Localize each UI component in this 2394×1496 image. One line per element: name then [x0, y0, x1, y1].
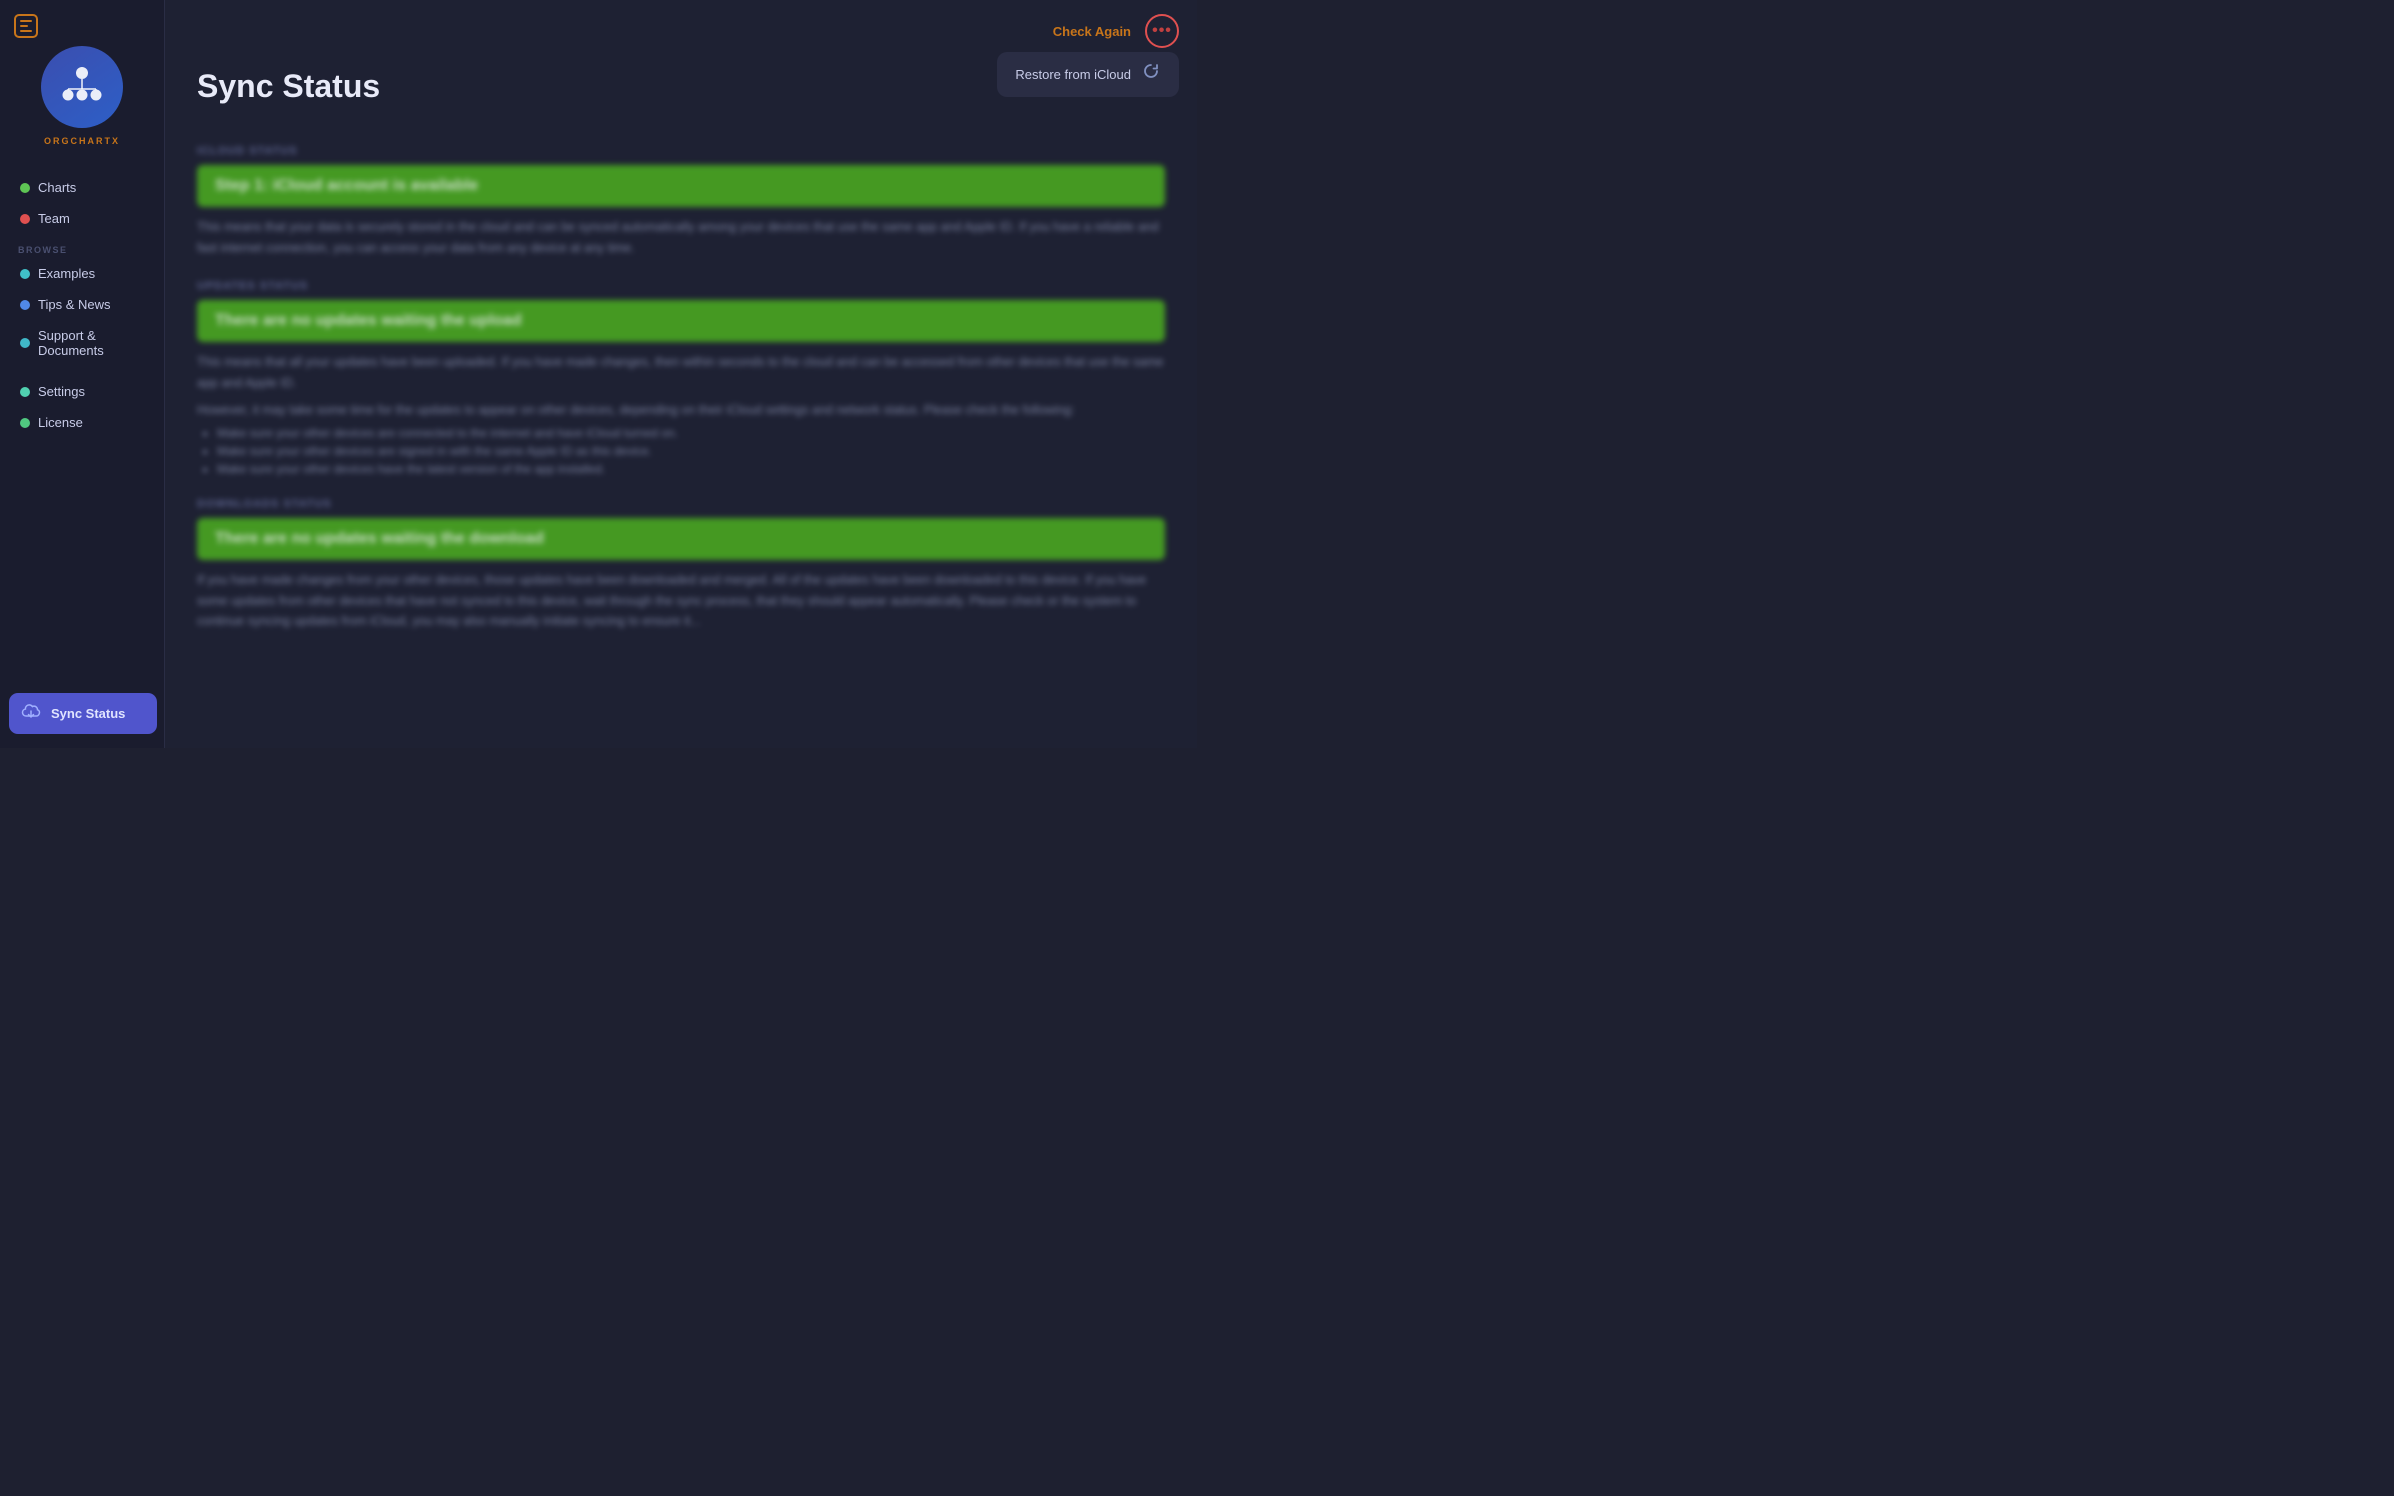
- support-dot: [20, 338, 30, 348]
- banner-downloads-text: There are no updates waiting the downloa…: [215, 530, 544, 547]
- banner-uploads: There are no updates waiting the upload: [197, 300, 1165, 342]
- sidebar-toggle-button[interactable]: [14, 14, 38, 38]
- examples-dot: [20, 269, 30, 279]
- more-options-button[interactable]: •••: [1145, 14, 1179, 48]
- sidebar: ORGCHARTX Charts Team BROWSE Examples Ti…: [0, 0, 165, 748]
- banner-icloud-text: Step 1: iCloud account is available: [215, 177, 478, 194]
- restore-bar[interactable]: Restore from iCloud: [997, 52, 1179, 97]
- sidebar-item-support[interactable]: Support & Documents: [8, 321, 156, 365]
- section-label-1: ICLOUD STATUS: [197, 145, 1165, 157]
- restore-icon: [1141, 62, 1161, 87]
- section-body-1: This means that your data is securely st…: [197, 217, 1165, 258]
- section-body-3: If you have made changes from your other…: [197, 570, 1165, 632]
- banner-downloads: There are no updates waiting the downloa…: [197, 518, 1165, 560]
- cloud-icon: [21, 703, 41, 724]
- sidebar-item-team[interactable]: Team: [8, 204, 156, 233]
- toggle-bar-2: [20, 25, 28, 27]
- sidebar-item-charts[interactable]: Charts: [8, 173, 156, 202]
- support-label: Support & Documents: [38, 328, 144, 358]
- settings-dot: [20, 387, 30, 397]
- banner-uploads-text: There are no updates waiting the upload: [215, 312, 522, 329]
- browse-section-label: BROWSE: [18, 245, 68, 255]
- org-icon: [56, 59, 108, 116]
- toggle-bar-3: [20, 30, 32, 32]
- topbar: Check Again •••: [165, 0, 1197, 58]
- sidebar-item-tips[interactable]: Tips & News: [8, 290, 156, 319]
- section-label-3: DOWNLOADS STATUS: [197, 498, 1165, 510]
- charts-label: Charts: [38, 180, 76, 195]
- banner-icloud-available: Step 1: iCloud account is available: [197, 165, 1165, 207]
- tips-dot: [20, 300, 30, 310]
- settings-label: Settings: [38, 384, 85, 399]
- bullet-1: Make sure your other devices are connect…: [217, 426, 1165, 440]
- restore-label: Restore from iCloud: [1015, 67, 1131, 82]
- section-body-2b: However, it may take some time for the u…: [197, 400, 1165, 421]
- bullets-list: Make sure your other devices are connect…: [217, 426, 1165, 476]
- sidebar-bottom: Sync Status: [0, 681, 164, 748]
- section-body-2: This means that all your updates have be…: [197, 352, 1165, 393]
- avatar: [41, 46, 123, 128]
- license-label: License: [38, 415, 83, 430]
- examples-label: Examples: [38, 266, 95, 281]
- team-label: Team: [38, 211, 70, 226]
- section-label-2: UPDATES STATUS: [197, 280, 1165, 292]
- bullet-3: Make sure your other devices have the la…: [217, 462, 1165, 476]
- content-area: ICLOUD STATUS Step 1: iCloud account is …: [165, 123, 1197, 748]
- charts-dot: [20, 183, 30, 193]
- team-dot: [20, 214, 30, 224]
- sidebar-item-license[interactable]: License: [8, 408, 156, 437]
- sync-status-button[interactable]: Sync Status: [9, 693, 157, 734]
- main-content: Check Again ••• Restore from iCloud Sync…: [165, 0, 1197, 748]
- check-again-button[interactable]: Check Again: [1053, 24, 1131, 39]
- sidebar-item-settings[interactable]: Settings: [8, 377, 156, 406]
- tips-label: Tips & News: [38, 297, 110, 312]
- sidebar-item-examples[interactable]: Examples: [8, 259, 156, 288]
- more-dots-icon: •••: [1152, 22, 1172, 40]
- license-dot: [20, 418, 30, 428]
- toggle-icon: [20, 20, 32, 32]
- toggle-bar-1: [20, 20, 32, 22]
- sync-status-label: Sync Status: [51, 706, 125, 721]
- app-name-label: ORGCHARTX: [44, 136, 120, 151]
- bullet-2: Make sure your other devices are signed …: [217, 444, 1165, 458]
